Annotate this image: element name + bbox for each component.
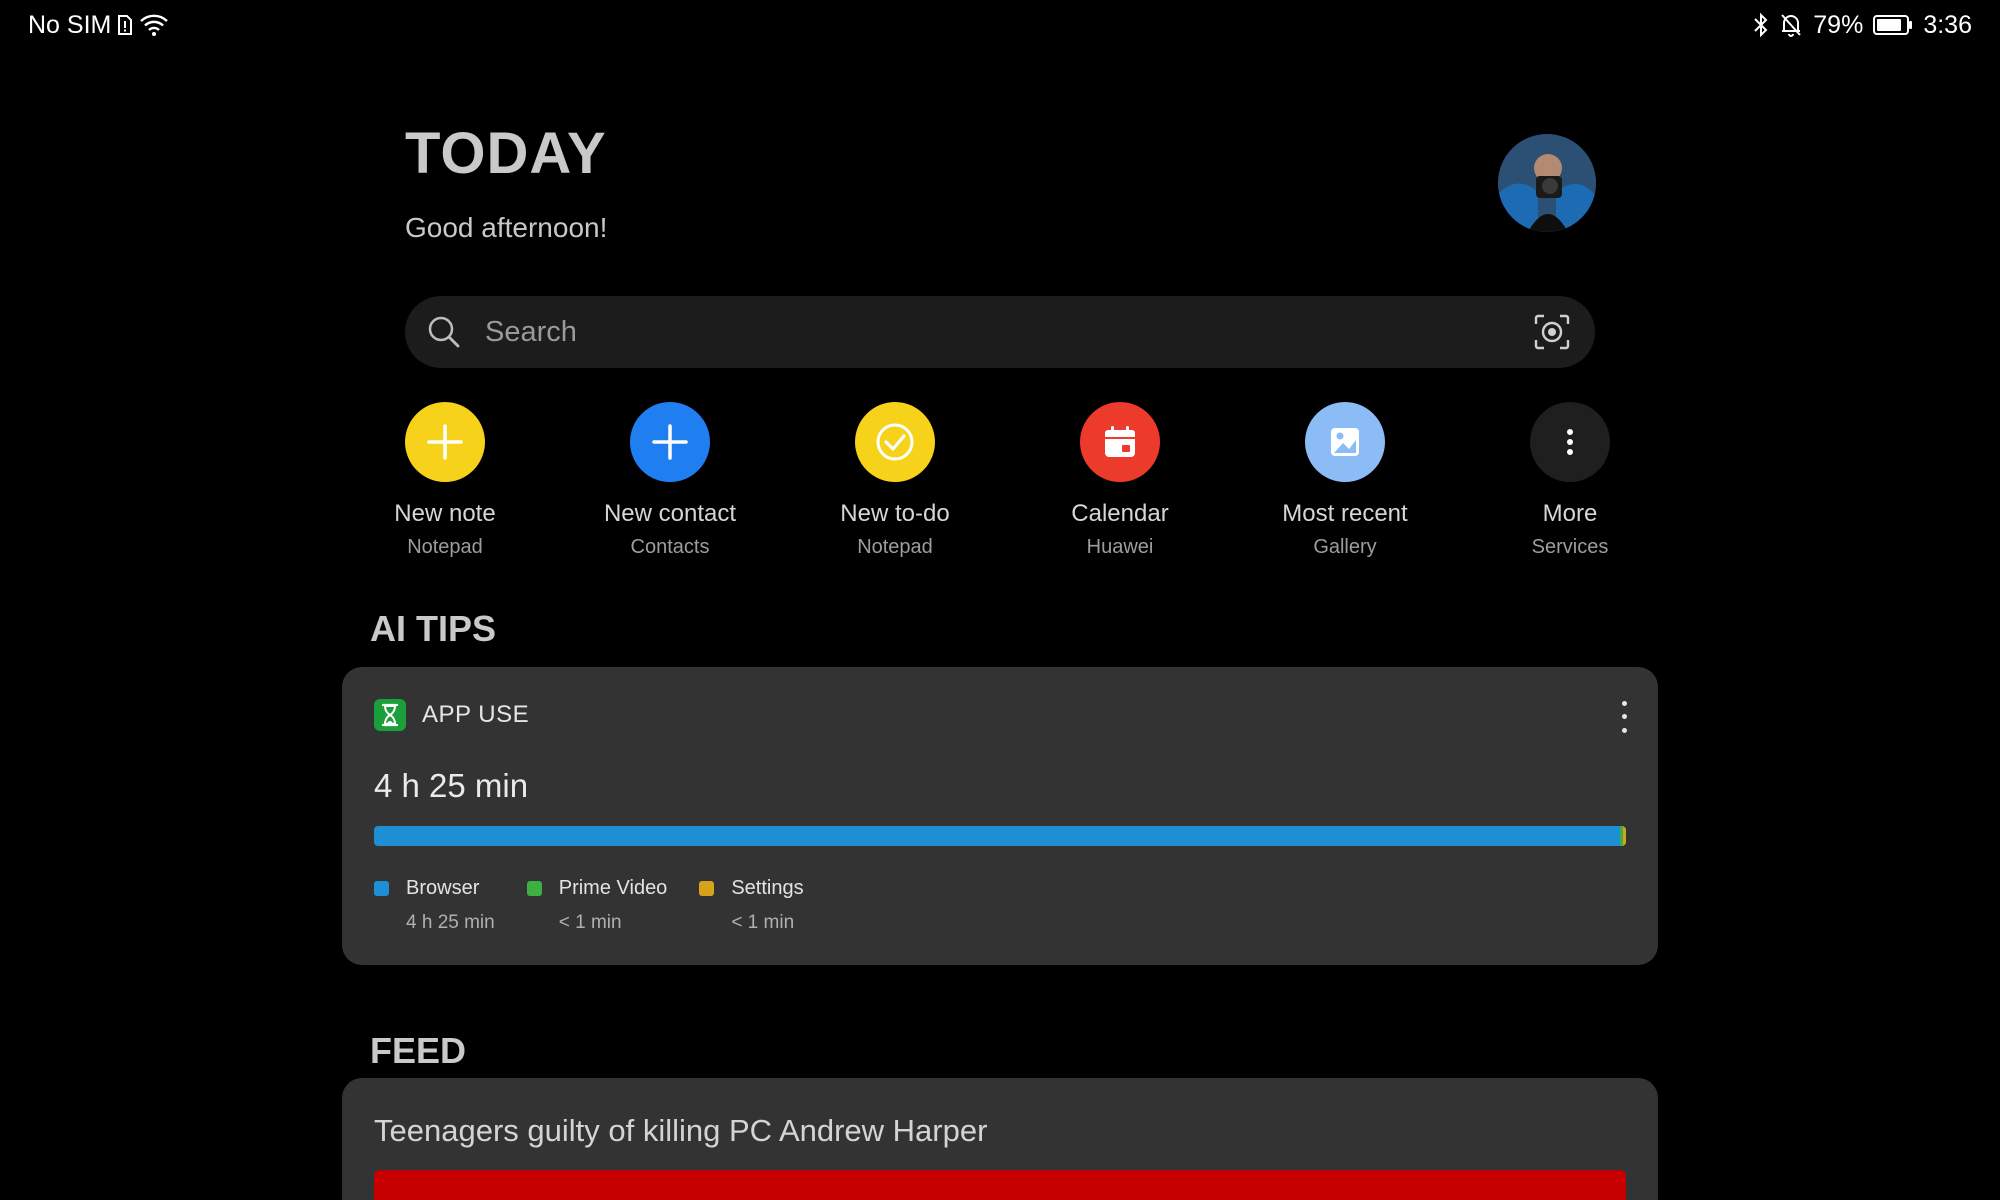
bell-muted-icon [1779,12,1803,38]
legend-swatch [699,881,715,896]
quick-actions: New note Notepad New contact Contacts Ne… [340,402,1675,559]
legend-name: Settings [731,877,804,899]
more-circle [1530,402,1610,482]
feed-card[interactable]: Teenagers guilty of killing PC Andrew Ha… [342,1078,1658,1200]
action-sub: Contacts [630,536,710,558]
sim-icon [117,15,133,35]
feed-headline[interactable]: Teenagers guilty of killing PC Andrew Ha… [374,1113,987,1149]
status-right: 79% 3:36 [1753,11,1972,40]
avatar-photo-icon [1498,134,1596,232]
most-recent-circle [1305,402,1385,482]
action-label: New note [394,500,496,527]
action-calendar[interactable]: Calendar Huawei [1015,402,1225,559]
card-menu-button[interactable] [1614,697,1634,737]
search-icon [428,316,460,348]
check-icon [876,423,914,461]
scan-icon[interactable] [1533,313,1571,351]
search-bar[interactable] [405,296,1595,368]
action-label: More [1542,500,1598,527]
status-bar: No SIM 79% 3:36 [0,0,2000,50]
menu-dot-icon [1621,727,1627,733]
action-label: New contact [603,500,737,527]
legend-item-prime-video: Prime Video < 1 min [526,877,668,934]
page-title: TODAY [405,121,607,186]
wifi-icon [139,13,169,37]
calendar-circle [1080,402,1160,482]
action-sub: Services [1531,536,1609,558]
action-label: New to-do [840,500,950,527]
menu-dot-icon [1621,701,1627,707]
usage-segment-settings [1623,826,1626,846]
action-new-note[interactable]: New note Notepad [340,402,550,559]
plus-icon [427,424,463,460]
action-sub: Huawei [1086,536,1154,558]
battery-percent: 79% [1813,10,1864,39]
feed-image[interactable] [374,1170,1626,1200]
legend-swatch [374,881,389,896]
more-vertical-icon [1567,429,1573,455]
gallery-icon [1331,428,1359,456]
clock: 3:36 [1923,10,1972,39]
legend-item-browser: Browser 4 h 25 min [374,877,495,934]
usage-bar [374,826,1626,846]
search-input[interactable] [483,314,1533,350]
carrier-label: No SIM [28,10,112,39]
status-left: No SIM [28,11,169,40]
new-note-circle [405,402,485,482]
usage-legend: Browser 4 h 25 min Prime Video < 1 min S… [374,877,804,934]
greeting-text: Good afternoon! [405,212,608,243]
action-sub: Notepad [407,536,483,558]
action-label: Most recent [1282,500,1408,527]
card-title: APP USE [422,701,530,728]
usage-total: 4 h 25 min [374,767,529,804]
usage-segment-browser [374,826,1620,846]
action-sub: Gallery [1313,536,1377,558]
bluetooth-icon [1753,12,1769,38]
battery-icon [1873,14,1913,36]
legend-name: Browser [406,877,480,899]
action-new-todo[interactable]: New to-do Notepad [790,402,1000,559]
legend-item-settings: Settings < 1 min [699,877,804,934]
legend-value: < 1 min [731,912,795,933]
action-sub: Notepad [857,536,933,558]
ai-tips-heading: AI TIPS [370,608,497,649]
hourglass-icon [374,699,406,731]
legend-value: 4 h 25 min [406,912,495,933]
legend-value: < 1 min [558,912,622,933]
today-screen: No SIM 79% 3:36 TODAY Good afternoon! Se… [0,0,2000,1200]
legend-swatch [526,881,542,896]
avatar[interactable] [1498,134,1596,232]
feed-heading: FEED [370,1030,467,1071]
calendar-icon [1105,426,1135,457]
plus-icon [652,424,688,460]
legend-name: Prime Video [558,877,668,899]
card-header: APP USE [374,699,529,731]
new-todo-circle [855,402,935,482]
app-use-card[interactable]: APP USE 4 h 25 min Browser 4 h 25 min Pr… [342,667,1658,965]
new-contact-circle [630,402,710,482]
action-label: Calendar [1071,500,1169,527]
action-more[interactable]: More Services [1465,402,1675,559]
action-most-recent[interactable]: Most recent Gallery [1240,402,1450,559]
action-new-contact[interactable]: New contact Contacts [565,402,775,559]
menu-dot-icon [1621,714,1627,720]
